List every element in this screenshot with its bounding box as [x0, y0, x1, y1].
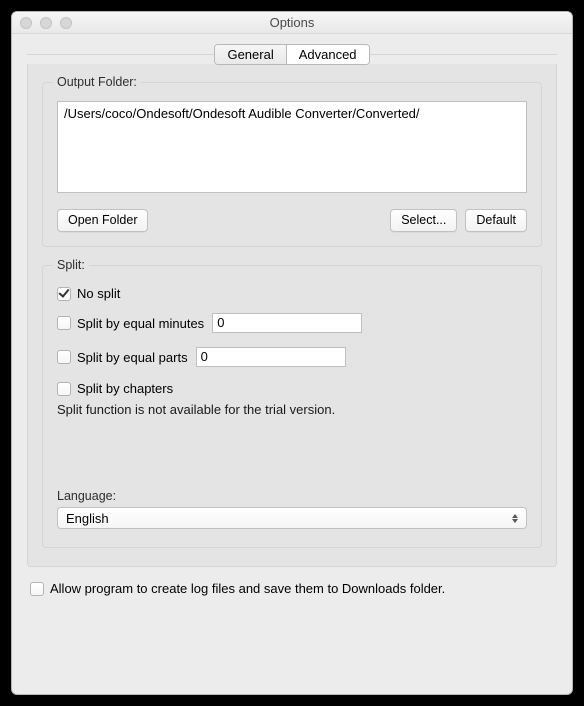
- split-note: Split function is not available for the …: [57, 402, 527, 417]
- open-folder-button[interactable]: Open Folder: [57, 209, 148, 232]
- output-path-field[interactable]: /Users/coco/Ondesoft/Ondesoft Audible Co…: [57, 101, 527, 193]
- split-parts-field[interactable]: 0: [196, 347, 346, 367]
- tabs-segmented: General Advanced: [214, 44, 369, 65]
- split-parts-checkbox[interactable]: [57, 350, 71, 364]
- output-folder-group: Output Folder: /Users/coco/Ondesoft/Onde…: [42, 82, 542, 247]
- chevron-up-down-icon: [508, 509, 522, 527]
- window-controls: [20, 17, 72, 29]
- close-icon[interactable]: [20, 17, 32, 29]
- options-window: Options General Advanced Output Folder: …: [11, 11, 573, 695]
- split-parts-row: Split by equal parts 0: [57, 347, 527, 367]
- advanced-panel: Output Folder: /Users/coco/Ondesoft/Onde…: [27, 64, 557, 567]
- split-minutes-row: Split by equal minutes 0: [57, 313, 527, 333]
- output-folder-label: Output Folder:: [53, 75, 141, 89]
- minimize-icon[interactable]: [40, 17, 52, 29]
- split-parts-label: Split by equal parts: [77, 350, 188, 365]
- log-label: Allow program to create log files and sa…: [50, 581, 445, 596]
- split-chapters-label: Split by chapters: [77, 381, 173, 396]
- no-split-label: No split: [77, 286, 120, 301]
- language-popup[interactable]: English: [57, 507, 527, 529]
- language-section: Language: English: [57, 489, 527, 529]
- split-minutes-label: Split by equal minutes: [77, 316, 204, 331]
- split-chapters-checkbox[interactable]: [57, 382, 71, 396]
- split-chapters-row: Split by chapters: [57, 381, 527, 396]
- tab-general[interactable]: General: [215, 45, 286, 64]
- no-split-row: No split: [57, 286, 527, 301]
- log-checkbox[interactable]: [30, 582, 44, 596]
- split-minutes-checkbox[interactable]: [57, 316, 71, 330]
- window-title: Options: [270, 15, 315, 30]
- split-label: Split:: [53, 258, 89, 272]
- language-value: English: [66, 511, 109, 526]
- log-option-row: Allow program to create log files and sa…: [30, 581, 554, 596]
- no-split-checkbox[interactable]: [57, 287, 71, 301]
- select-folder-button[interactable]: Select...: [390, 209, 457, 232]
- split-minutes-field[interactable]: 0: [212, 313, 362, 333]
- titlebar: Options: [12, 12, 572, 34]
- zoom-icon[interactable]: [60, 17, 72, 29]
- split-group: Split: No split Split by equal minutes 0…: [42, 265, 542, 548]
- language-label: Language:: [57, 489, 527, 503]
- default-folder-button[interactable]: Default: [465, 209, 527, 232]
- tab-advanced[interactable]: Advanced: [287, 45, 369, 64]
